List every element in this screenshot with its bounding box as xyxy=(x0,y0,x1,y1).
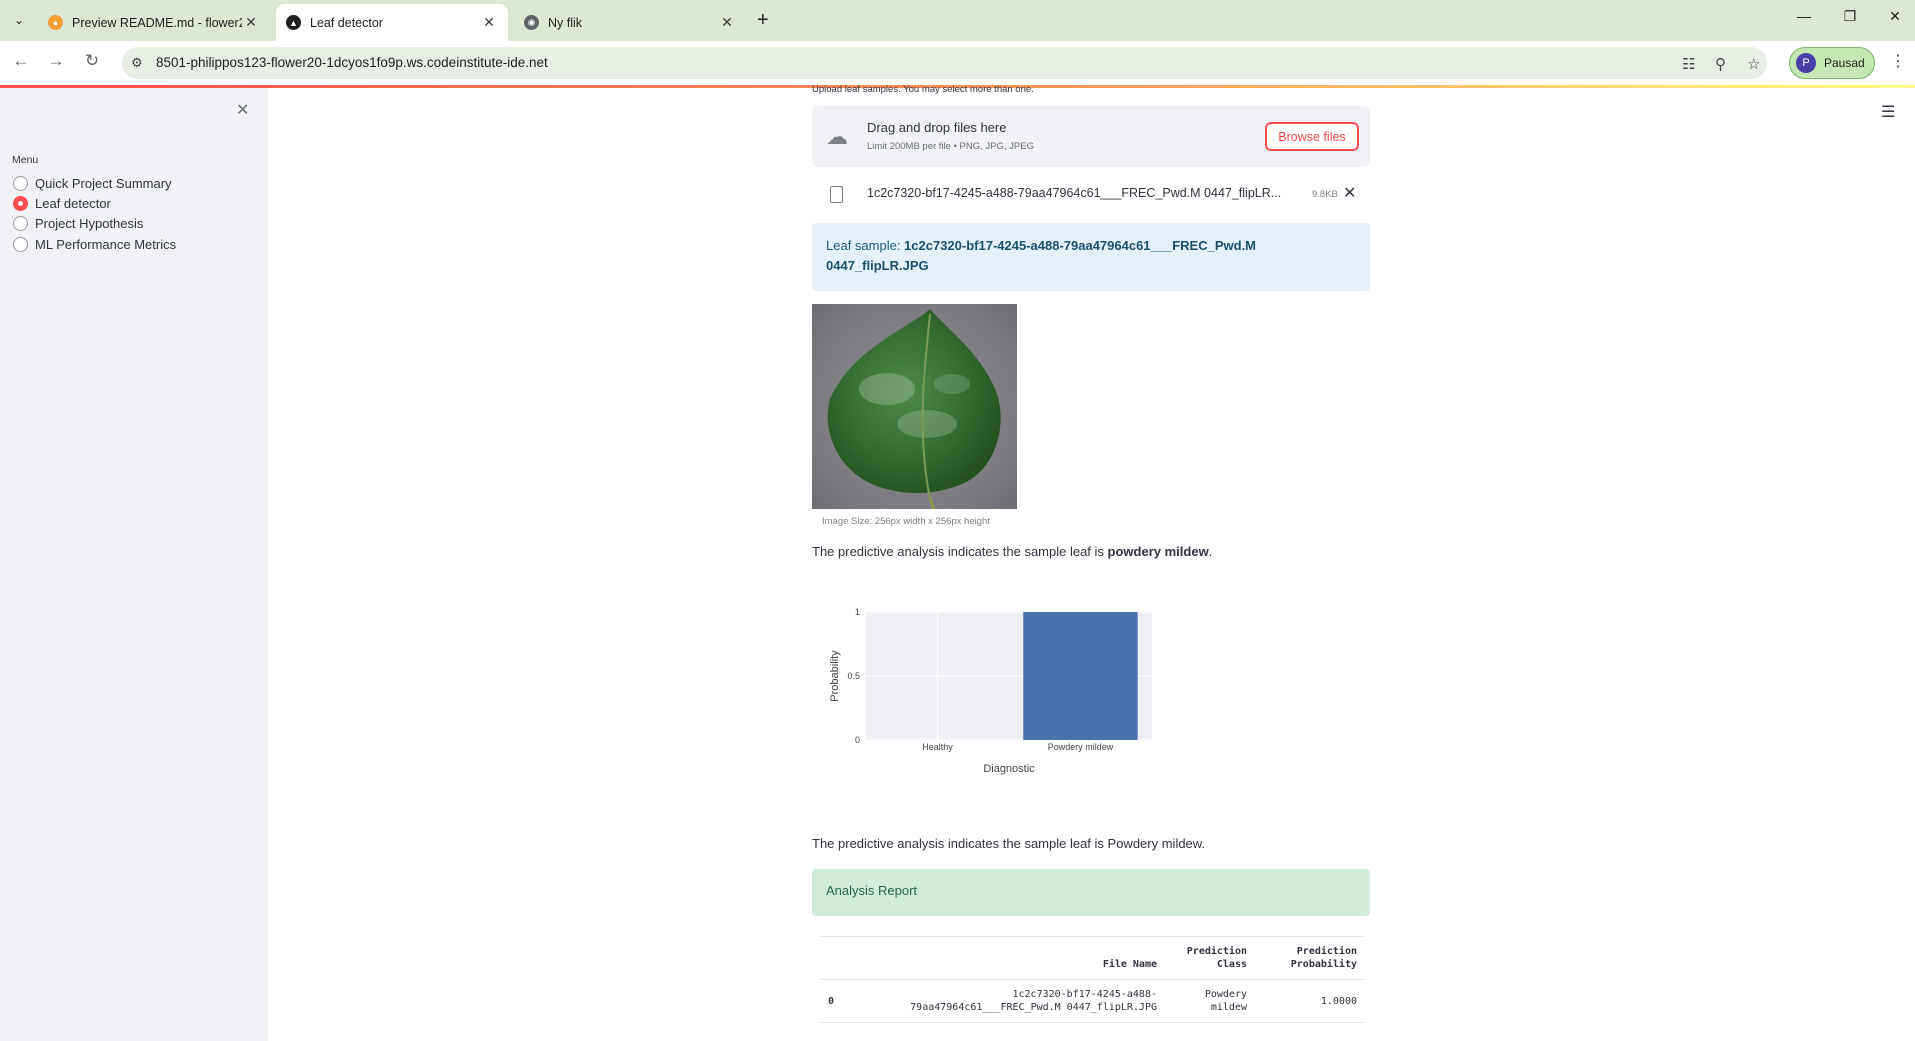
sample-name-line2: 0447_flipLR.JPG xyxy=(826,258,929,273)
y-tick-label: 0 xyxy=(855,735,860,745)
translate-icon[interactable]: ☷ xyxy=(1682,55,1695,73)
uploaded-file-size: 9.8KB xyxy=(1312,189,1338,200)
menu-option-ml-performance-metrics[interactable]: ML Performance Metrics xyxy=(13,237,176,252)
radio-button[interactable] xyxy=(13,237,28,252)
prediction-prefix: The predictive analysis indicates the sa… xyxy=(812,544,1108,559)
leaf-sample-info: Leaf sample: 1c2c7320-bf17-4245-a488-79a… xyxy=(812,223,1370,291)
menu-option-label: Project Hypothesis xyxy=(35,216,144,231)
uploaded-file: 1c2c7320-bf17-4245-a488-79aa47964c61___F… xyxy=(812,176,1370,216)
forward-arrow-icon[interactable]: → xyxy=(44,51,68,71)
address-bar[interactable]: ⚙ 8501-philippos123-flower20-1dcyos1fo9p… xyxy=(122,47,1767,79)
analysis-report-banner: Analysis Report xyxy=(812,869,1370,916)
image-caption: Image Size: 256px width x 256px height xyxy=(822,516,990,527)
radio-button[interactable] xyxy=(13,176,28,191)
menu-option-label: Quick Project Summary xyxy=(35,176,172,191)
tab-search-dropdown-icon[interactable]: ⌄ xyxy=(8,9,30,31)
radio-button-selected[interactable] xyxy=(13,196,28,211)
zoom-icon[interactable]: ⚲ xyxy=(1715,55,1726,73)
sidebar: ✕ Menu Quick Project Summary Leaf detect… xyxy=(0,88,268,1041)
dropzone-instructions: Drag and drop files here xyxy=(867,120,1007,135)
app-main-menu-icon[interactable]: ☰ xyxy=(1881,102,1895,122)
menu-option-label: ML Performance Metrics xyxy=(35,237,177,252)
browser-toolbar: ← → ↻ ⚙ 8501-philippos123-flower20-1dcyo… xyxy=(0,41,1915,85)
browser-tab-leaf-detector[interactable]: ▲ Leaf detector ✕ xyxy=(276,4,508,41)
menu-option-quick-project-summary[interactable]: Quick Project Summary xyxy=(13,176,172,191)
chrome-icon: ◉ xyxy=(524,15,539,30)
close-tab-icon[interactable]: ✕ xyxy=(718,14,736,31)
row-file-name: 1c2c7320-bf17-4245-a488- 79aa47964c61___F… xyxy=(860,979,1165,1023)
prediction-probability-header: Prediction Probability xyxy=(1255,936,1365,980)
prediction-text-1: The predictive analysis indicates the sa… xyxy=(812,544,1212,559)
close-tab-icon[interactable]: ✕ xyxy=(480,14,498,31)
browser-tab-new[interactable]: ◉ Ny flik ✕ xyxy=(514,4,746,41)
table-header-row: File Name Prediction Class Prediction Prob… xyxy=(820,936,1365,980)
file-name-header: File Name xyxy=(860,936,1165,980)
profile-button[interactable]: P Pausad xyxy=(1789,47,1875,79)
menu-option-project-hypothesis[interactable]: Project Hypothesis xyxy=(13,216,143,231)
menu-option-label: Leaf detector xyxy=(35,196,111,211)
remove-file-icon[interactable]: ✕ xyxy=(1343,183,1356,203)
y-tick-label: 1 xyxy=(855,607,860,617)
bookmark-star-icon[interactable]: ☆ xyxy=(1747,55,1760,73)
cloud-upload-icon: ☁ xyxy=(826,124,848,149)
prediction-class: powdery mildew xyxy=(1107,544,1209,559)
uploader-label: Upload leaf samples. You may select more… xyxy=(812,84,1034,95)
y-tick-labels: 00.51 xyxy=(847,607,860,745)
bar-powdery-mildew xyxy=(1023,612,1138,740)
prediction-suffix: . xyxy=(1208,544,1213,559)
menu-option-leaf-detector[interactable]: Leaf detector xyxy=(13,196,111,211)
analysis-report-table: File Name Prediction Class Prediction Prob… xyxy=(820,936,1365,1023)
table-row: 0 1c2c7320-bf17-4245-a488- 79aa47964c61__… xyxy=(820,979,1365,1023)
close-tab-icon[interactable]: ✕ xyxy=(242,14,260,31)
x-axis-label: Diagnostic xyxy=(983,763,1035,775)
row-prediction-class: Powdery mildew xyxy=(1165,979,1255,1023)
minimize-icon[interactable]: — xyxy=(1789,8,1819,24)
profile-status: Pausad xyxy=(1824,56,1865,70)
tab-label: Leaf detector xyxy=(310,15,383,30)
reload-icon[interactable]: ↻ xyxy=(80,51,104,71)
x-tick-labels: Healthy Powdery mildew xyxy=(922,742,1114,752)
url-text: 8501-philippos123-flower20-1dcyos1fo9p.w… xyxy=(156,55,548,70)
file-icon xyxy=(830,186,843,203)
browser-tab-readme[interactable]: ● Preview README.md - flower2 ✕ xyxy=(38,4,270,41)
site-settings-icon[interactable]: ⚙ xyxy=(131,55,143,71)
new-tab-icon[interactable]: + xyxy=(757,9,769,31)
browser-menu-icon[interactable]: ⋮ xyxy=(1890,51,1906,71)
profile-avatar: P xyxy=(1796,53,1816,73)
menu-label: Menu xyxy=(12,154,39,166)
close-sidebar-icon[interactable]: ✕ xyxy=(236,100,249,120)
prediction-text-2: The predictive analysis indicates the sa… xyxy=(812,836,1206,851)
y-tick-label: 0.5 xyxy=(847,671,860,681)
uploaded-file-name: 1c2c7320-bf17-4245-a488-79aa47964c61___F… xyxy=(867,186,1282,200)
restore-icon[interactable]: ❐ xyxy=(1835,8,1865,25)
file-dropzone[interactable]: ☁ Drag and drop files here Limit 200MB p… xyxy=(812,106,1370,167)
radio-button[interactable] xyxy=(13,216,28,231)
leaf-sample-image xyxy=(812,304,1017,509)
sample-name-line1: 1c2c7320-bf17-4245-a488-79aa47964c61___F… xyxy=(904,238,1257,253)
tab-label: Ny flik xyxy=(548,15,583,30)
back-arrow-icon[interactable]: ← xyxy=(9,51,33,71)
window-close-icon[interactable]: ✕ xyxy=(1880,8,1910,25)
info-prefix: Leaf sample: xyxy=(826,238,905,253)
probability-bar-chart: 00.51 Healthy Powdery mildew Diagnostic P… xyxy=(829,607,1152,775)
streamlit-icon: ▲ xyxy=(286,15,301,30)
y-axis-label: Probability xyxy=(829,650,841,702)
gitpod-icon: ● xyxy=(48,15,63,30)
leaf-picture xyxy=(827,309,1001,509)
x-tick-label: Healthy xyxy=(922,742,953,752)
browser-tab-bar: ⌄ ● Preview README.md - flower2 ✕ ▲ Leaf… xyxy=(0,0,1915,41)
prediction-class-header: Prediction Class xyxy=(1165,936,1255,980)
bars xyxy=(1023,612,1138,740)
tab-label: Preview README.md - flower2 xyxy=(72,15,242,30)
row-prediction-probability: 1.0000 xyxy=(1255,979,1365,1023)
dropzone-limit: Limit 200MB per file • PNG, JPG, JPEG xyxy=(867,141,1034,152)
row-index: 0 xyxy=(820,979,860,1023)
index-header xyxy=(820,936,860,980)
browse-files-button[interactable]: Browse files xyxy=(1265,122,1359,151)
x-tick-label: Powdery mildew xyxy=(1048,742,1114,752)
